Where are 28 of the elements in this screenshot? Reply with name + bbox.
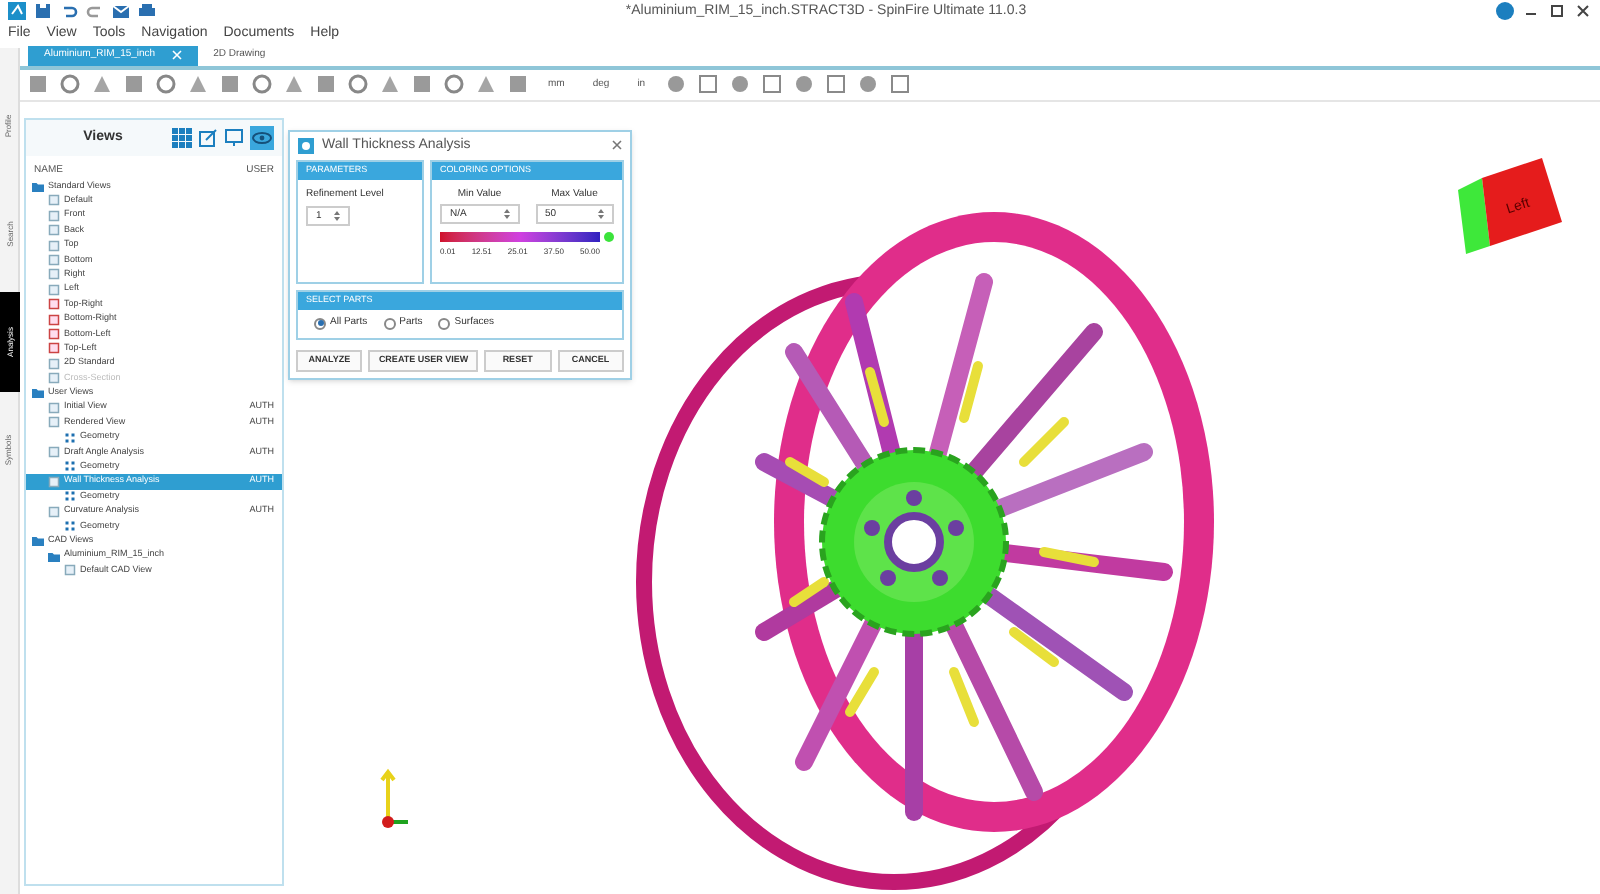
mail-icon[interactable]	[112, 2, 130, 21]
close-tab-icon[interactable]	[171, 50, 182, 61]
spin-arrows-icon[interactable]	[503, 208, 509, 221]
view-icon	[48, 505, 60, 518]
undo-icon[interactable]	[60, 2, 78, 21]
redo-icon[interactable]	[86, 2, 104, 21]
folder-icon	[32, 386, 44, 399]
view-icon	[48, 446, 60, 459]
spin-arrows-icon[interactable]	[598, 208, 604, 221]
view-icon	[48, 475, 60, 488]
print-icon[interactable]	[138, 2, 156, 21]
view-icon	[64, 564, 76, 577]
save-icon[interactable]	[34, 2, 52, 21]
geometry-icon	[64, 460, 76, 473]
help-icon[interactable]	[1496, 2, 1514, 21]
edit-icon[interactable]	[198, 127, 218, 148]
maximize-icon[interactable]	[1548, 2, 1566, 21]
analysis-icon	[298, 137, 314, 154]
eye-icon[interactable]	[250, 125, 274, 150]
app-logo-icon	[8, 2, 26, 21]
close-icon[interactable]	[612, 140, 622, 151]
geometry-icon	[64, 490, 76, 503]
screen-icon[interactable]	[224, 127, 244, 148]
geometry-icon	[64, 431, 76, 444]
close-icon[interactable]	[1574, 2, 1592, 21]
folder-icon	[32, 180, 44, 192]
geometry-icon	[64, 519, 76, 532]
spin-arrows-icon[interactable]	[334, 210, 340, 223]
